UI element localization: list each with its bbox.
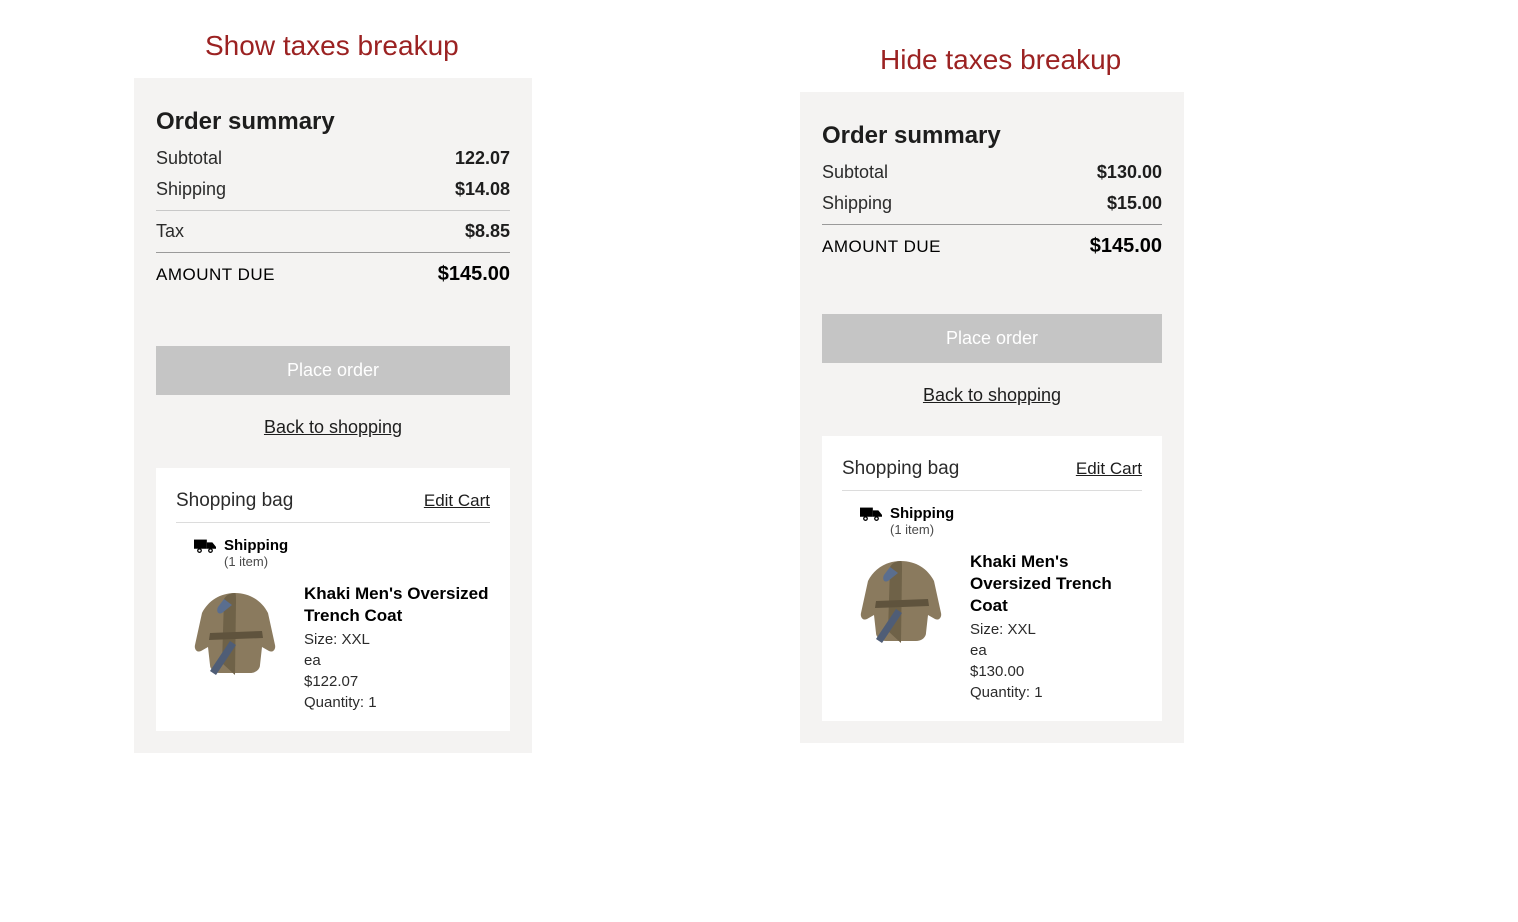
product-name: Khaki Men's Oversized Trench Coat: [970, 551, 1142, 617]
shipping-value: $14.08: [455, 179, 510, 200]
shopping-bag-header: Shopping bag Edit Cart: [842, 458, 1142, 491]
product-quantity: Quantity: 1: [304, 694, 490, 711]
order-summary-heading: Order summary: [156, 108, 510, 136]
edit-cart-link[interactable]: Edit Cart: [1076, 459, 1142, 479]
product-size: Size: XXL: [970, 621, 1142, 638]
shopping-bag-card: Shopping bag Edit Cart Shipping (1 item): [822, 436, 1162, 721]
shipping-label: Shipping: [822, 193, 892, 214]
subtotal-label: Subtotal: [156, 148, 222, 169]
subtotal-value: 122.07: [455, 148, 510, 169]
shipping-label: Shipping: [156, 179, 226, 200]
amount-due-value: $145.00: [1090, 235, 1162, 258]
shipping-row: Shipping $14.08: [156, 179, 510, 200]
product-unit: ea: [304, 652, 490, 669]
shipping-item-count: (1 item): [890, 522, 954, 537]
shipping-block: Shipping (1 item): [194, 537, 490, 569]
shopping-bag-header: Shopping bag Edit Cart: [176, 490, 490, 523]
shipping-item-count: (1 item): [224, 554, 288, 569]
shopping-bag-title: Shopping bag: [842, 458, 959, 480]
amount-due-row: AMOUNT DUE $145.00: [822, 235, 1162, 258]
tax-value: $8.85: [465, 221, 510, 242]
product-image: [180, 583, 290, 683]
subtotal-value: $130.00: [1097, 162, 1162, 183]
shipping-block: Shipping (1 item): [860, 505, 1142, 537]
product-quantity: Quantity: 1: [970, 684, 1142, 701]
product-details: Khaki Men's Oversized Trench Coat Size: …: [304, 583, 490, 711]
subtotal-row: Subtotal 122.07: [156, 148, 510, 169]
product-details: Khaki Men's Oversized Trench Coat Size: …: [970, 551, 1142, 701]
divider-line: [156, 210, 510, 211]
truck-icon: [860, 505, 882, 528]
back-to-shopping-link[interactable]: Back to shopping: [156, 417, 510, 438]
shipping-method-label: Shipping: [224, 537, 288, 554]
subtotal-label: Subtotal: [822, 162, 888, 183]
edit-cart-link[interactable]: Edit Cart: [424, 491, 490, 511]
product-name: Khaki Men's Oversized Trench Coat: [304, 583, 490, 627]
hide-taxes-title: Hide taxes breakup: [880, 44, 1121, 76]
tax-label: Tax: [156, 221, 184, 242]
order-summary-panel-show: Order summary Subtotal 122.07 Shipping $…: [134, 78, 532, 753]
order-summary-heading: Order summary: [822, 122, 1162, 150]
divider-line: [822, 224, 1162, 225]
truck-icon: [194, 537, 216, 560]
tax-row: Tax $8.85: [156, 221, 510, 242]
product-size: Size: XXL: [304, 631, 490, 648]
shipping-value: $15.00: [1107, 193, 1162, 214]
amount-due-label: AMOUNT DUE: [156, 265, 275, 285]
shopping-bag-card: Shopping bag Edit Cart Shipping (1 item): [156, 468, 510, 731]
amount-due-row: AMOUNT DUE $145.00: [156, 263, 510, 286]
shipping-row: Shipping $15.00: [822, 193, 1162, 214]
product-price: $122.07: [304, 673, 490, 690]
subtotal-row: Subtotal $130.00: [822, 162, 1162, 183]
shopping-bag-title: Shopping bag: [176, 490, 293, 512]
product-image: [846, 551, 956, 651]
amount-due-label: AMOUNT DUE: [822, 237, 941, 257]
product-price: $130.00: [970, 663, 1142, 680]
order-summary-panel-hide: Order summary Subtotal $130.00 Shipping …: [800, 92, 1184, 743]
show-taxes-title: Show taxes breakup: [205, 30, 459, 62]
shipping-method-label: Shipping: [890, 505, 954, 522]
amount-due-value: $145.00: [438, 263, 510, 286]
back-to-shopping-link[interactable]: Back to shopping: [822, 385, 1162, 406]
place-order-button[interactable]: Place order: [156, 346, 510, 395]
cart-item-row: Khaki Men's Oversized Trench Coat Size: …: [180, 583, 490, 711]
product-unit: ea: [970, 642, 1142, 659]
divider-line: [156, 252, 510, 253]
place-order-button[interactable]: Place order: [822, 314, 1162, 363]
cart-item-row: Khaki Men's Oversized Trench Coat Size: …: [846, 551, 1142, 701]
